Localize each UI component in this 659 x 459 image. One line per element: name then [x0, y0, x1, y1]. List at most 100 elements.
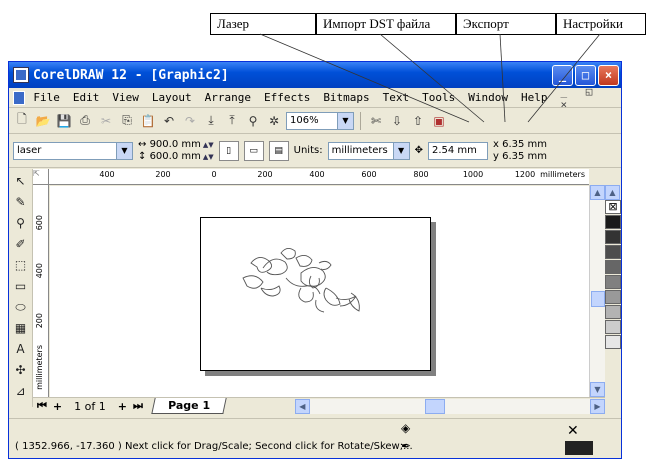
close-button[interactable]: ×: [598, 64, 619, 86]
units-label: Units:: [293, 145, 323, 156]
freehand-tool-icon[interactable]: ✐: [11, 234, 31, 254]
scroll-right-button[interactable]: ▶: [590, 398, 605, 414]
menu-bitmaps[interactable]: Bitmaps: [323, 91, 369, 104]
vertical-ruler[interactable]: 600 400 200 millimeters: [33, 185, 49, 397]
palette-scroll-up-icon[interactable]: ▲: [605, 185, 620, 200]
menu-window[interactable]: Window: [468, 91, 508, 104]
menu-text[interactable]: Text: [383, 91, 410, 104]
menu-view[interactable]: View: [112, 91, 139, 104]
color-swatch[interactable]: [605, 320, 621, 334]
export-icon[interactable]: ⤒: [223, 112, 241, 130]
color-swatch[interactable]: [605, 215, 621, 229]
duplicate-y-field[interactable]: y 6.35 mm: [493, 151, 547, 163]
export-plugin-icon[interactable]: ⇧: [409, 112, 427, 130]
toolbar-separator: [360, 111, 361, 130]
no-fill-icon[interactable]: ✕: [567, 423, 579, 439]
interactive-tool-icon[interactable]: ✣: [11, 360, 31, 380]
color-swatch[interactable]: [605, 305, 621, 319]
shape-tool-icon[interactable]: ✎: [11, 192, 31, 212]
chevron-down-icon[interactable]: ▼: [392, 142, 409, 159]
color-swatch[interactable]: [605, 230, 621, 244]
menu-edit[interactable]: Edit: [73, 91, 100, 104]
vertical-scrollbar[interactable]: ▲ ▼: [589, 185, 605, 397]
units-select[interactable]: millimeters ▼: [327, 141, 410, 160]
zoom-tool-icon[interactable]: ⚲: [11, 213, 31, 233]
scroll-left-button[interactable]: ◀: [294, 398, 310, 414]
ruler-origin[interactable]: ⇱: [33, 169, 49, 185]
color-swatch[interactable]: [605, 275, 621, 289]
first-page-button[interactable]: ⏮: [37, 399, 47, 413]
landscape-button[interactable]: ▭: [243, 140, 264, 161]
print-icon[interactable]: ⎙: [76, 112, 94, 130]
color-swatch[interactable]: [605, 290, 621, 304]
chevron-down-icon[interactable]: ▼: [337, 112, 353, 129]
rectangle-tool-icon[interactable]: ▭: [11, 276, 31, 296]
menu-file[interactable]: File: [33, 91, 60, 104]
settings-icon[interactable]: ▣: [430, 112, 448, 130]
laser-icon[interactable]: ✄: [367, 112, 385, 130]
app-icon[interactable]: [13, 67, 29, 83]
ruler-tick: 400: [35, 263, 44, 279]
zoom-value: 106%: [290, 115, 319, 126]
portrait-button[interactable]: ▯: [218, 140, 239, 161]
text-tool-icon[interactable]: A: [11, 339, 31, 359]
page-tab[interactable]: Page 1: [151, 398, 227, 414]
undo-icon[interactable]: ↶: [160, 112, 178, 130]
paste-icon[interactable]: 📋: [139, 112, 157, 130]
import-icon[interactable]: ⤓: [202, 112, 220, 130]
paper-preset-select[interactable]: laser ▼: [13, 141, 133, 160]
import-dst-icon[interactable]: ⇩: [388, 112, 406, 130]
menu-effects[interactable]: Effects: [264, 91, 310, 104]
zoom-levels-select[interactable]: 106% ▼: [286, 111, 354, 130]
polygon-tool-icon[interactable]: ▦: [11, 318, 31, 338]
h-scroll-thumb[interactable]: [424, 398, 445, 414]
duplicate-x-field[interactable]: x 6.35 mm: [493, 139, 547, 151]
application-launcher-icon[interactable]: ⚲: [244, 112, 262, 130]
title-bar[interactable]: CorelDRAW 12 - [Graphic2] _ □ ×: [9, 62, 621, 88]
nudge-distance-field[interactable]: 2.54 mm: [427, 141, 488, 160]
menu-help[interactable]: Help: [521, 91, 548, 104]
smart-fill-tool-icon[interactable]: ⬚: [11, 255, 31, 275]
ruler-tick: 600: [35, 215, 44, 231]
page-height-field[interactable]: ↕ 600.0 mm ▲▼: [138, 151, 214, 163]
window-title: CorelDRAW 12 - [Graphic2]: [33, 67, 229, 83]
scroll-thumb[interactable]: [591, 291, 605, 307]
horizontal-scrollbar[interactable]: ◀ ▶: [294, 398, 605, 414]
ellipse-tool-icon[interactable]: ⬭: [11, 297, 31, 317]
document-icon[interactable]: [13, 90, 26, 105]
fill-bucket-icon[interactable]: ◈: [401, 421, 410, 435]
new-icon[interactable]: 🗋: [13, 112, 31, 130]
floral-ornament[interactable]: [201, 218, 430, 370]
scroll-down-button[interactable]: ▼: [590, 382, 605, 397]
color-swatch[interactable]: [605, 260, 621, 274]
menu-tools[interactable]: Tools: [422, 91, 455, 104]
cut-icon[interactable]: ✂: [97, 112, 115, 130]
mdi-controls[interactable]: _ ◱ ×: [561, 85, 615, 111]
save-icon[interactable]: 💾: [55, 112, 73, 130]
copy-icon[interactable]: ⎘: [118, 112, 136, 130]
add-page-before-button[interactable]: +: [53, 400, 62, 413]
menu-layout[interactable]: Layout: [152, 91, 192, 104]
last-page-button[interactable]: ⏭: [133, 399, 143, 413]
chevron-down-icon[interactable]: ▼: [116, 142, 132, 159]
all-pages-button[interactable]: ▤: [268, 140, 289, 161]
no-color-swatch[interactable]: ⊠: [605, 200, 621, 214]
add-page-after-button[interactable]: +: [118, 400, 127, 413]
eyedropper-tool-icon[interactable]: ⊿: [11, 381, 31, 401]
outline-pen-icon[interactable]: ✒: [401, 439, 411, 453]
redo-icon[interactable]: ↷: [181, 112, 199, 130]
corel-online-icon[interactable]: ✲: [265, 112, 283, 130]
scroll-up-button[interactable]: ▲: [590, 185, 605, 200]
outline-color-swatch[interactable]: [565, 441, 593, 455]
page-width-field[interactable]: ↔ 900.0 mm ▲▼: [138, 139, 214, 151]
open-icon[interactable]: 📂: [34, 112, 52, 130]
maximize-button[interactable]: □: [575, 64, 596, 86]
pick-tool-icon[interactable]: ↖: [11, 171, 31, 191]
drawing-canvas[interactable]: [50, 186, 589, 397]
menu-arrange[interactable]: Arrange: [205, 91, 251, 104]
horizontal-ruler[interactable]: 400 200 0 200 400 600 800 1000 1200 mill…: [49, 169, 589, 185]
page-boundary[interactable]: [200, 217, 431, 371]
color-swatch[interactable]: [605, 335, 621, 349]
color-swatch[interactable]: [605, 245, 621, 259]
minimize-button[interactable]: _: [552, 64, 573, 86]
